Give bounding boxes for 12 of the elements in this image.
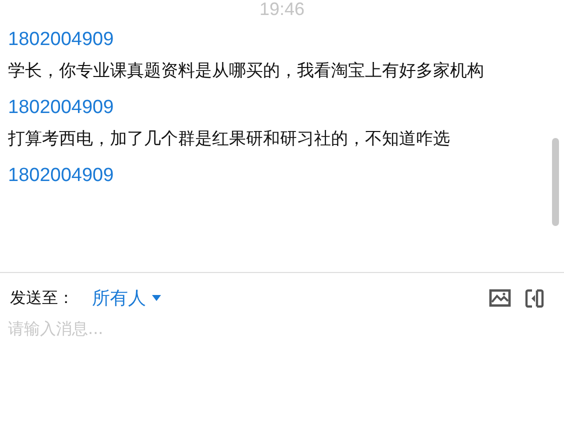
scrollbar-thumb[interactable] <box>552 138 559 226</box>
send-to-label: 发送至： <box>10 288 74 308</box>
caret-icon <box>152 295 161 301</box>
message-time: 19:46 <box>258 0 306 20</box>
recipient-dropdown[interactable]: 所有人 <box>92 286 161 310</box>
screenshot-icon[interactable] <box>525 288 544 308</box>
message-text: 学长，你专业课真题资料是从哪买的，我看淘宝上有好多家机构 <box>8 60 485 83</box>
image-icon[interactable] <box>489 289 511 307</box>
sender-name[interactable]: 1802004909 <box>8 28 114 52</box>
sender-name[interactable]: 1802004909 <box>8 96 114 120</box>
message-text: 打算考西电，加了几个群是红果研和研习社的，不知道咋选 <box>8 128 451 151</box>
sender-name[interactable]: 1802004909 <box>8 164 114 188</box>
